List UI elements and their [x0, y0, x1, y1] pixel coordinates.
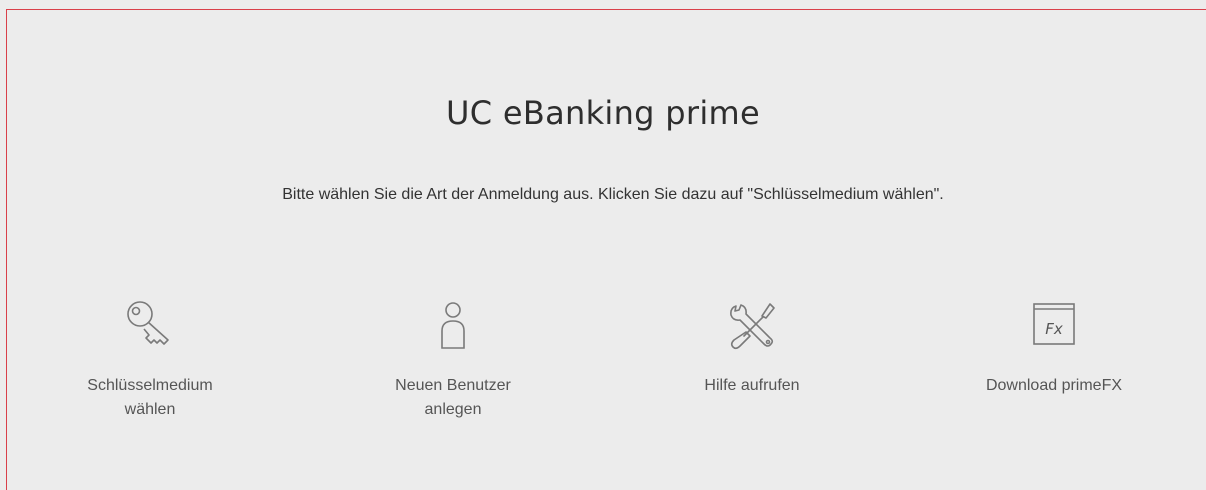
help-button[interactable]: Hilfe aufrufen — [652, 296, 852, 398]
download-primefx-label: Download primeFX — [985, 377, 1123, 394]
key-icon — [127, 301, 169, 345]
tools-icon — [730, 303, 775, 350]
select-key-medium-label: Schlüsselmedium wählen — [87, 377, 213, 418]
user-icon — [441, 302, 465, 349]
help-label: Hilfe aufrufen — [704, 377, 800, 394]
select-key-medium-button[interactable]: Schlüsselmedium wählen — [50, 296, 250, 422]
new-user-button[interactable]: Neuen Benutzer anlegen — [353, 296, 553, 422]
new-user-label: Neuen Benutzer anlegen — [395, 377, 511, 418]
instruction-text: Bitte wählen Sie die Art der Anmeldung a… — [282, 186, 944, 203]
download-primefx-button[interactable]: Fx Download primeFX — [954, 296, 1154, 398]
primefx-icon-text: Fx — [1045, 320, 1063, 338]
primefx-icon: Fx — [1033, 303, 1075, 345]
page-title: UC eBanking prime — [446, 94, 760, 132]
